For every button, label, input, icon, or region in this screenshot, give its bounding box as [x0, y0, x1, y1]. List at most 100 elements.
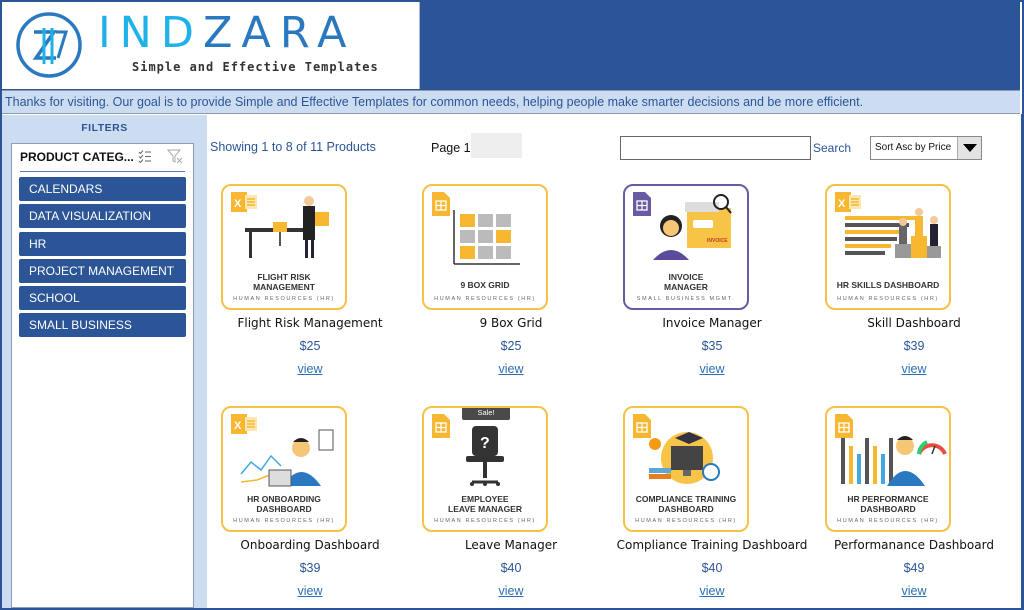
thumbnail-title-line: DASHBOARD	[860, 504, 916, 514]
product-card: COMPLIANCE TRAINING DASHBOARD HUMAN RESOU…	[612, 402, 812, 602]
view-link[interactable]: view	[411, 362, 611, 376]
product-thumbnail[interactable]: X FLIGHT RISK MANAGEMENT HUMAN RESOURCES …	[221, 184, 347, 310]
logo-word-part1: IND	[98, 8, 203, 58]
product-name: Flight Risk Management	[237, 316, 383, 330]
product-name: Compliance Training Dashboard	[616, 538, 808, 552]
thumbnail-title: HR ONBOARDING DASHBOARD	[223, 494, 345, 514]
sidebar: FILTERS PRODUCT CATEG... CALENDARS DATA …	[2, 115, 207, 608]
thumbnail-subtitle: HUMAN RESOURCES (HR)	[233, 518, 335, 524]
product-price: $35	[701, 339, 723, 353]
product-thumbnail[interactable]: HR PERFORMANCE DASHBOARD HUMAN RESOURCES …	[825, 406, 951, 532]
view-link[interactable]: view	[210, 584, 410, 598]
slicer-item-project-management[interactable]: PROJECT MANAGEMENT	[19, 258, 186, 283]
page-input[interactable]	[471, 133, 522, 158]
thumbnail-title-line: FLIGHT RISK	[257, 272, 311, 282]
product-card: 9 BOX GRID HUMAN RESOURCES (HR) 9 Box Gr…	[411, 180, 611, 380]
category-slicer: PRODUCT CATEG... CALENDARS DATA VISUALIZ…	[11, 143, 194, 608]
thumbnail-title-line: LEAVE MANAGER	[448, 504, 522, 514]
product-card: ? Sale! EMPLOYEE LEAVE MANAGER HUMAN RESO…	[411, 402, 611, 602]
svg-text:X: X	[838, 198, 846, 210]
product-name: Invoice Manager	[662, 316, 762, 330]
thumbnail-title: COMPLIANCE TRAINING DASHBOARD	[625, 494, 747, 514]
thumbnail-title-line: HR SKILLS DASHBOARD	[836, 280, 940, 290]
product-price: $39	[299, 561, 321, 575]
view-link[interactable]: view	[612, 584, 812, 598]
logo-wordmark: INDZARA	[98, 12, 355, 55]
nine-box-illustration	[453, 210, 520, 265]
view-link[interactable]: view	[411, 584, 611, 598]
sheets-icon	[835, 414, 853, 438]
thumbnail-subtitle: HUMAN RESOURCES (HR)	[434, 296, 536, 302]
slicer-item-school[interactable]: SCHOOL	[19, 286, 186, 311]
onboarding-illustration	[240, 429, 334, 487]
sheets-icon	[432, 414, 450, 438]
view-link[interactable]: view	[210, 362, 410, 376]
product-thumbnail[interactable]: INVOICE INVOICE MANAGER SMALL BUSINESS MG…	[623, 184, 749, 310]
sale-badge: Sale!	[462, 408, 510, 420]
slicer-item-data-visualization[interactable]: DATA VISUALIZATION	[19, 204, 186, 229]
product-price: $25	[500, 339, 522, 353]
view-link[interactable]: view	[612, 362, 812, 376]
thumbnail-title: HR PERFORMANCE DASHBOARD	[827, 494, 949, 514]
slicer-title: PRODUCT CATEG...	[20, 150, 134, 164]
thumbnail-title-line: MANAGEMENT	[253, 282, 315, 292]
slicer-item-small-business[interactable]: SMALL BUSINESS	[19, 313, 186, 338]
invoice-illustration: INVOICE	[653, 194, 732, 260]
logo-mark-icon	[16, 12, 82, 78]
search-input[interactable]	[620, 136, 811, 160]
thumbnail-subtitle: HUMAN RESOURCES (HR)	[837, 518, 939, 524]
sheets-icon	[633, 192, 651, 216]
thumbnail-title-line: HR PERFORMANCE	[847, 494, 929, 504]
thumbnail-subtitle: HUMAN RESOURCES (HR)	[837, 296, 939, 302]
thumbnail-subtitle: HUMAN RESOURCES (HR)	[635, 518, 737, 524]
product-price: $49	[903, 561, 925, 575]
svg-text:X: X	[234, 420, 242, 432]
sort-value: Sort Asc by Price	[875, 142, 952, 153]
product-thumbnail[interactable]: X HR ONBOARDING DASHBOARD HUMAN RESOURCES…	[221, 406, 347, 532]
search-button[interactable]: Search	[813, 141, 851, 155]
svg-text:X: X	[234, 198, 242, 210]
excel-icon: X	[231, 414, 257, 434]
multi-select-icon[interactable]	[138, 149, 152, 163]
thumbnail-title: 9 BOX GRID	[424, 280, 546, 290]
performance-illustration	[841, 436, 947, 486]
chevron-down-icon	[963, 144, 977, 152]
sheets-icon	[432, 192, 450, 216]
product-price: $40	[500, 561, 522, 575]
filters-title: FILTERS	[81, 122, 128, 134]
product-thumbnail[interactable]: COMPLIANCE TRAINING DASHBOARD HUMAN RESOU…	[623, 406, 749, 532]
view-link[interactable]: view	[814, 362, 1014, 376]
excel-icon: X	[231, 192, 257, 212]
product-thumbnail[interactable]: 9 BOX GRID HUMAN RESOURCES (HR)	[422, 184, 548, 310]
slicer-item-calendars[interactable]: CALENDARS	[19, 177, 186, 201]
product-card: X HR SKILLS DASHBOARD HUMAN RESOURCES (H…	[814, 180, 1014, 380]
product-name: Performanance Dashboard	[834, 538, 994, 552]
slicer-item-hr[interactable]: HR	[19, 231, 186, 256]
logo-word-part2: ZARA	[202, 8, 356, 58]
results-count: Showing 1 to 8 of 11 Products	[210, 140, 376, 154]
product-thumbnail[interactable]: ? Sale! EMPLOYEE LEAVE MANAGER HUMAN RESO…	[422, 406, 548, 532]
product-card: HR PERFORMANCE DASHBOARD HUMAN RESOURCES …	[814, 402, 1014, 602]
view-link[interactable]: view	[814, 584, 1014, 598]
logo[interactable]: INDZARA Simple and Effective Templates	[2, 2, 420, 89]
thumbnail-title-line: HR ONBOARDING	[247, 494, 321, 504]
thumbnail-title: EMPLOYEE LEAVE MANAGER	[424, 494, 546, 514]
welcome-banner: Thanks for visiting. Our goal is to prov…	[2, 90, 1020, 114]
product-name: Onboarding Dashboard	[240, 538, 380, 552]
product-price: $25	[299, 339, 321, 353]
chair-illustration: ?	[466, 426, 504, 486]
slicer-items: CALENDARS DATA VISUALIZATION HR PROJECT …	[19, 177, 186, 341]
thumbnail-title-line: COMPLIANCE TRAINING	[635, 494, 737, 504]
excel-icon: X	[835, 192, 861, 212]
sort-dropdown[interactable]: Sort Asc by Price	[870, 136, 982, 160]
thumbnail-title-line: DASHBOARD	[658, 504, 714, 514]
product-name: Leave Manager	[464, 538, 558, 552]
logo-tagline: Simple and Effective Templates	[132, 60, 379, 74]
dropdown-button[interactable]	[957, 137, 981, 159]
training-illustration	[649, 432, 720, 484]
product-name: 9 Box Grid	[479, 316, 543, 330]
clear-filter-icon[interactable]	[167, 148, 183, 164]
thumbnail-title: HR SKILLS DASHBOARD	[827, 280, 949, 290]
product-card: INVOICE INVOICE MANAGER SMALL BUSINESS MG…	[612, 180, 812, 380]
product-thumbnail[interactable]: X HR SKILLS DASHBOARD HUMAN RESOURCES (H…	[825, 184, 951, 310]
